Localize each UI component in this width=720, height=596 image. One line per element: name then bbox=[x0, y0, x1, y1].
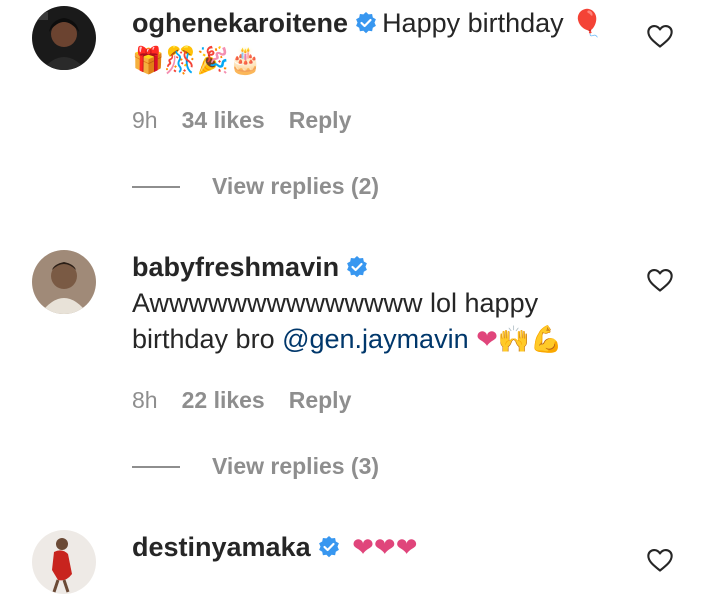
avatar[interactable] bbox=[32, 250, 96, 314]
comment-emojis: ❤❤❤ bbox=[352, 533, 418, 563]
view-replies-label: View replies (3) bbox=[212, 453, 380, 479]
comment-body: babyfreshmavin Awwwwwwwwwwwwww lol happy… bbox=[132, 249, 612, 358]
mention-link[interactable]: @gen.jaymavin bbox=[282, 324, 469, 354]
view-replies-label: View replies (2) bbox=[212, 173, 380, 199]
comment-meta: 9h 34 likes Reply bbox=[132, 107, 375, 134]
reply-button[interactable]: Reply bbox=[289, 107, 352, 134]
username[interactable]: destinyamaka bbox=[132, 532, 311, 562]
replies-divider bbox=[132, 465, 180, 468]
comment-meta: 8h 22 likes Reply bbox=[132, 387, 375, 414]
comment-emojis: 🎁🎊🎉🎂 bbox=[132, 46, 262, 76]
like-heart-icon[interactable] bbox=[646, 546, 674, 574]
like-heart-icon[interactable] bbox=[646, 22, 674, 50]
verified-badge-icon bbox=[356, 12, 376, 34]
balloon-emoji: 🎈 bbox=[571, 9, 604, 39]
like-heart-icon[interactable] bbox=[646, 266, 674, 294]
comment-body: destinyamaka ❤❤❤ bbox=[132, 529, 612, 566]
replies-divider bbox=[132, 185, 180, 188]
avatar[interactable] bbox=[32, 6, 96, 70]
comment-text: Happy birthday bbox=[382, 8, 564, 38]
comment-body: oghenekaroitene Happy birthday 🎈 🎁🎊🎉🎂 bbox=[132, 5, 612, 79]
comment-emojis: ❤🙌💪 bbox=[476, 325, 563, 355]
username[interactable]: oghenekaroitene bbox=[132, 8, 348, 38]
likes-count[interactable]: 22 likes bbox=[182, 387, 265, 414]
avatar[interactable] bbox=[32, 530, 96, 594]
timestamp: 9h bbox=[132, 107, 158, 133]
username[interactable]: babyfreshmavin bbox=[132, 252, 339, 282]
timestamp: 8h bbox=[132, 387, 158, 413]
likes-count[interactable]: 34 likes bbox=[182, 107, 265, 134]
view-replies-button[interactable]: View replies (2) bbox=[132, 173, 379, 200]
verified-badge-icon bbox=[318, 536, 339, 558]
comment-text: Awwwwwwwwwwwwww lol happy bbox=[132, 288, 539, 318]
reply-button[interactable]: Reply bbox=[289, 387, 352, 414]
view-replies-button[interactable]: View replies (3) bbox=[132, 453, 379, 480]
verified-badge-icon bbox=[347, 256, 367, 278]
comment-text-continued: birthday bro bbox=[132, 324, 283, 354]
